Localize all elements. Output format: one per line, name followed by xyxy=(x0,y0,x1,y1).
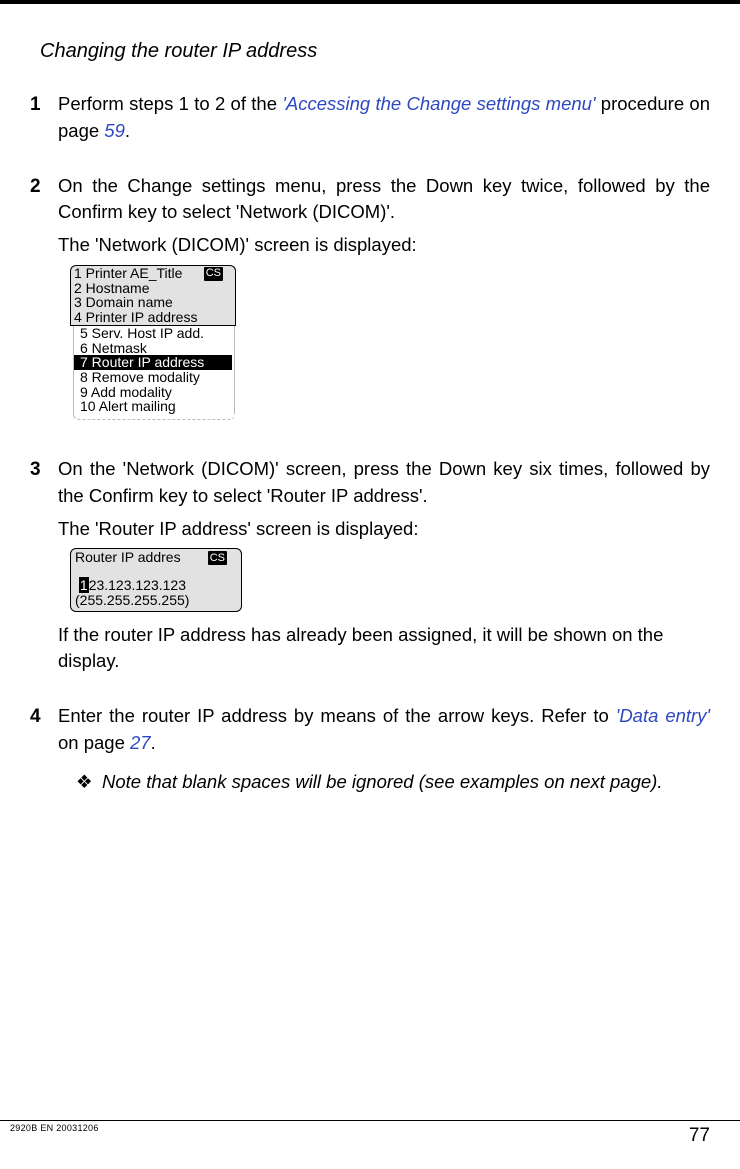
note-text: Note that blank spaces will be ignored (… xyxy=(102,769,662,796)
text: On the 'Network (DICOM)' screen, press t… xyxy=(58,456,710,510)
lcd-screen-router-ip: Router IP addres CS 123.123.123.123 (255… xyxy=(70,548,242,611)
lcd-row-hidden: 8 Remove modality xyxy=(73,370,235,385)
text: The 'Network (DICOM)' screen is displaye… xyxy=(58,232,710,259)
lcd-title: Router IP addres xyxy=(75,549,181,565)
lcd-row: (255.255.255.255) xyxy=(75,593,237,608)
lcd-row: 123.123.123.123 xyxy=(75,578,237,593)
text: Enter the router IP address by means of … xyxy=(58,705,616,726)
page-ref-link[interactable]: 27 xyxy=(130,732,151,753)
lcd-ip-value: 23.123.123.123 xyxy=(89,577,186,593)
text: . xyxy=(125,120,130,141)
lcd-row: Router IP addres CS xyxy=(75,550,237,565)
step-4: 4 Enter the router IP address by means o… xyxy=(30,703,710,795)
cs-badge: CS xyxy=(204,267,223,281)
lcd-selected-text: 7 Router IP address xyxy=(74,355,232,370)
lcd-screen-network: 1 Printer AE_Title CS 2 Hostname 3 Domai… xyxy=(70,265,236,420)
footer: 2920B EN 20031206 77 xyxy=(0,1120,740,1147)
content-area: Changing the router IP address 1 Perform… xyxy=(0,4,740,796)
text: . xyxy=(151,732,156,753)
lcd-row: 4 Printer IP address xyxy=(70,310,236,326)
xref-link[interactable]: 'Data entry' xyxy=(616,705,710,726)
lcd-row-selected: 7 Router IP address xyxy=(73,355,235,370)
text: on page xyxy=(58,732,130,753)
page-number: 77 xyxy=(689,1121,710,1147)
step-number: 4 xyxy=(30,703,58,795)
document-id: 2920B EN 20031206 xyxy=(10,1121,99,1133)
step-number: 3 xyxy=(30,456,58,681)
step-body: On the Change settings menu, press the D… xyxy=(58,173,710,434)
step-number: 1 xyxy=(30,91,58,151)
step-body: Enter the router IP address by means of … xyxy=(58,703,710,795)
text: On the Change settings menu, press the D… xyxy=(58,173,710,227)
lcd-row: 3 Domain name xyxy=(70,295,236,310)
cs-badge: CS xyxy=(208,551,227,565)
step-2: 2 On the Change settings menu, press the… xyxy=(30,173,710,434)
page-ref-link[interactable]: 59 xyxy=(104,120,125,141)
lcd-dashed-edge xyxy=(73,414,235,420)
step-3: 3 On the 'Network (DICOM)' screen, press… xyxy=(30,456,710,681)
lcd-row-hidden: 5 Serv. Host IP add. xyxy=(73,326,235,341)
diamond-bullet-icon: ❖ xyxy=(76,769,102,796)
lcd-row-hidden: 10 Alert mailing xyxy=(73,399,235,414)
step-1: 1 Perform steps 1 to 2 of the 'Accessing… xyxy=(30,91,710,151)
lcd-row: 2 Hostname xyxy=(70,281,236,296)
lcd-row: 1 Printer AE_Title CS xyxy=(70,265,236,281)
step-body: Perform steps 1 to 2 of the 'Accessing t… xyxy=(58,91,710,151)
step-number: 2 xyxy=(30,173,58,434)
lcd-row-hidden: 6 Netmask xyxy=(73,341,235,356)
lcd-text: 1 Printer AE_Title xyxy=(74,265,182,281)
text: Perform steps 1 to 2 of the xyxy=(58,93,282,114)
xref-link[interactable]: 'Accessing the Change settings menu' xyxy=(282,93,595,114)
step-body: On the 'Network (DICOM)' screen, press t… xyxy=(58,456,710,681)
lcd-row-hidden: 9 Add modality xyxy=(73,385,235,400)
page: Changing the router IP address 1 Perform… xyxy=(0,0,740,1169)
section-heading: Changing the router IP address xyxy=(40,40,710,63)
note: ❖ Note that blank spaces will be ignored… xyxy=(76,769,710,796)
text: The 'Router IP address' screen is displa… xyxy=(58,516,710,543)
lcd-cursor: 1 xyxy=(79,577,89,593)
text: If the router IP address has already bee… xyxy=(58,622,710,676)
